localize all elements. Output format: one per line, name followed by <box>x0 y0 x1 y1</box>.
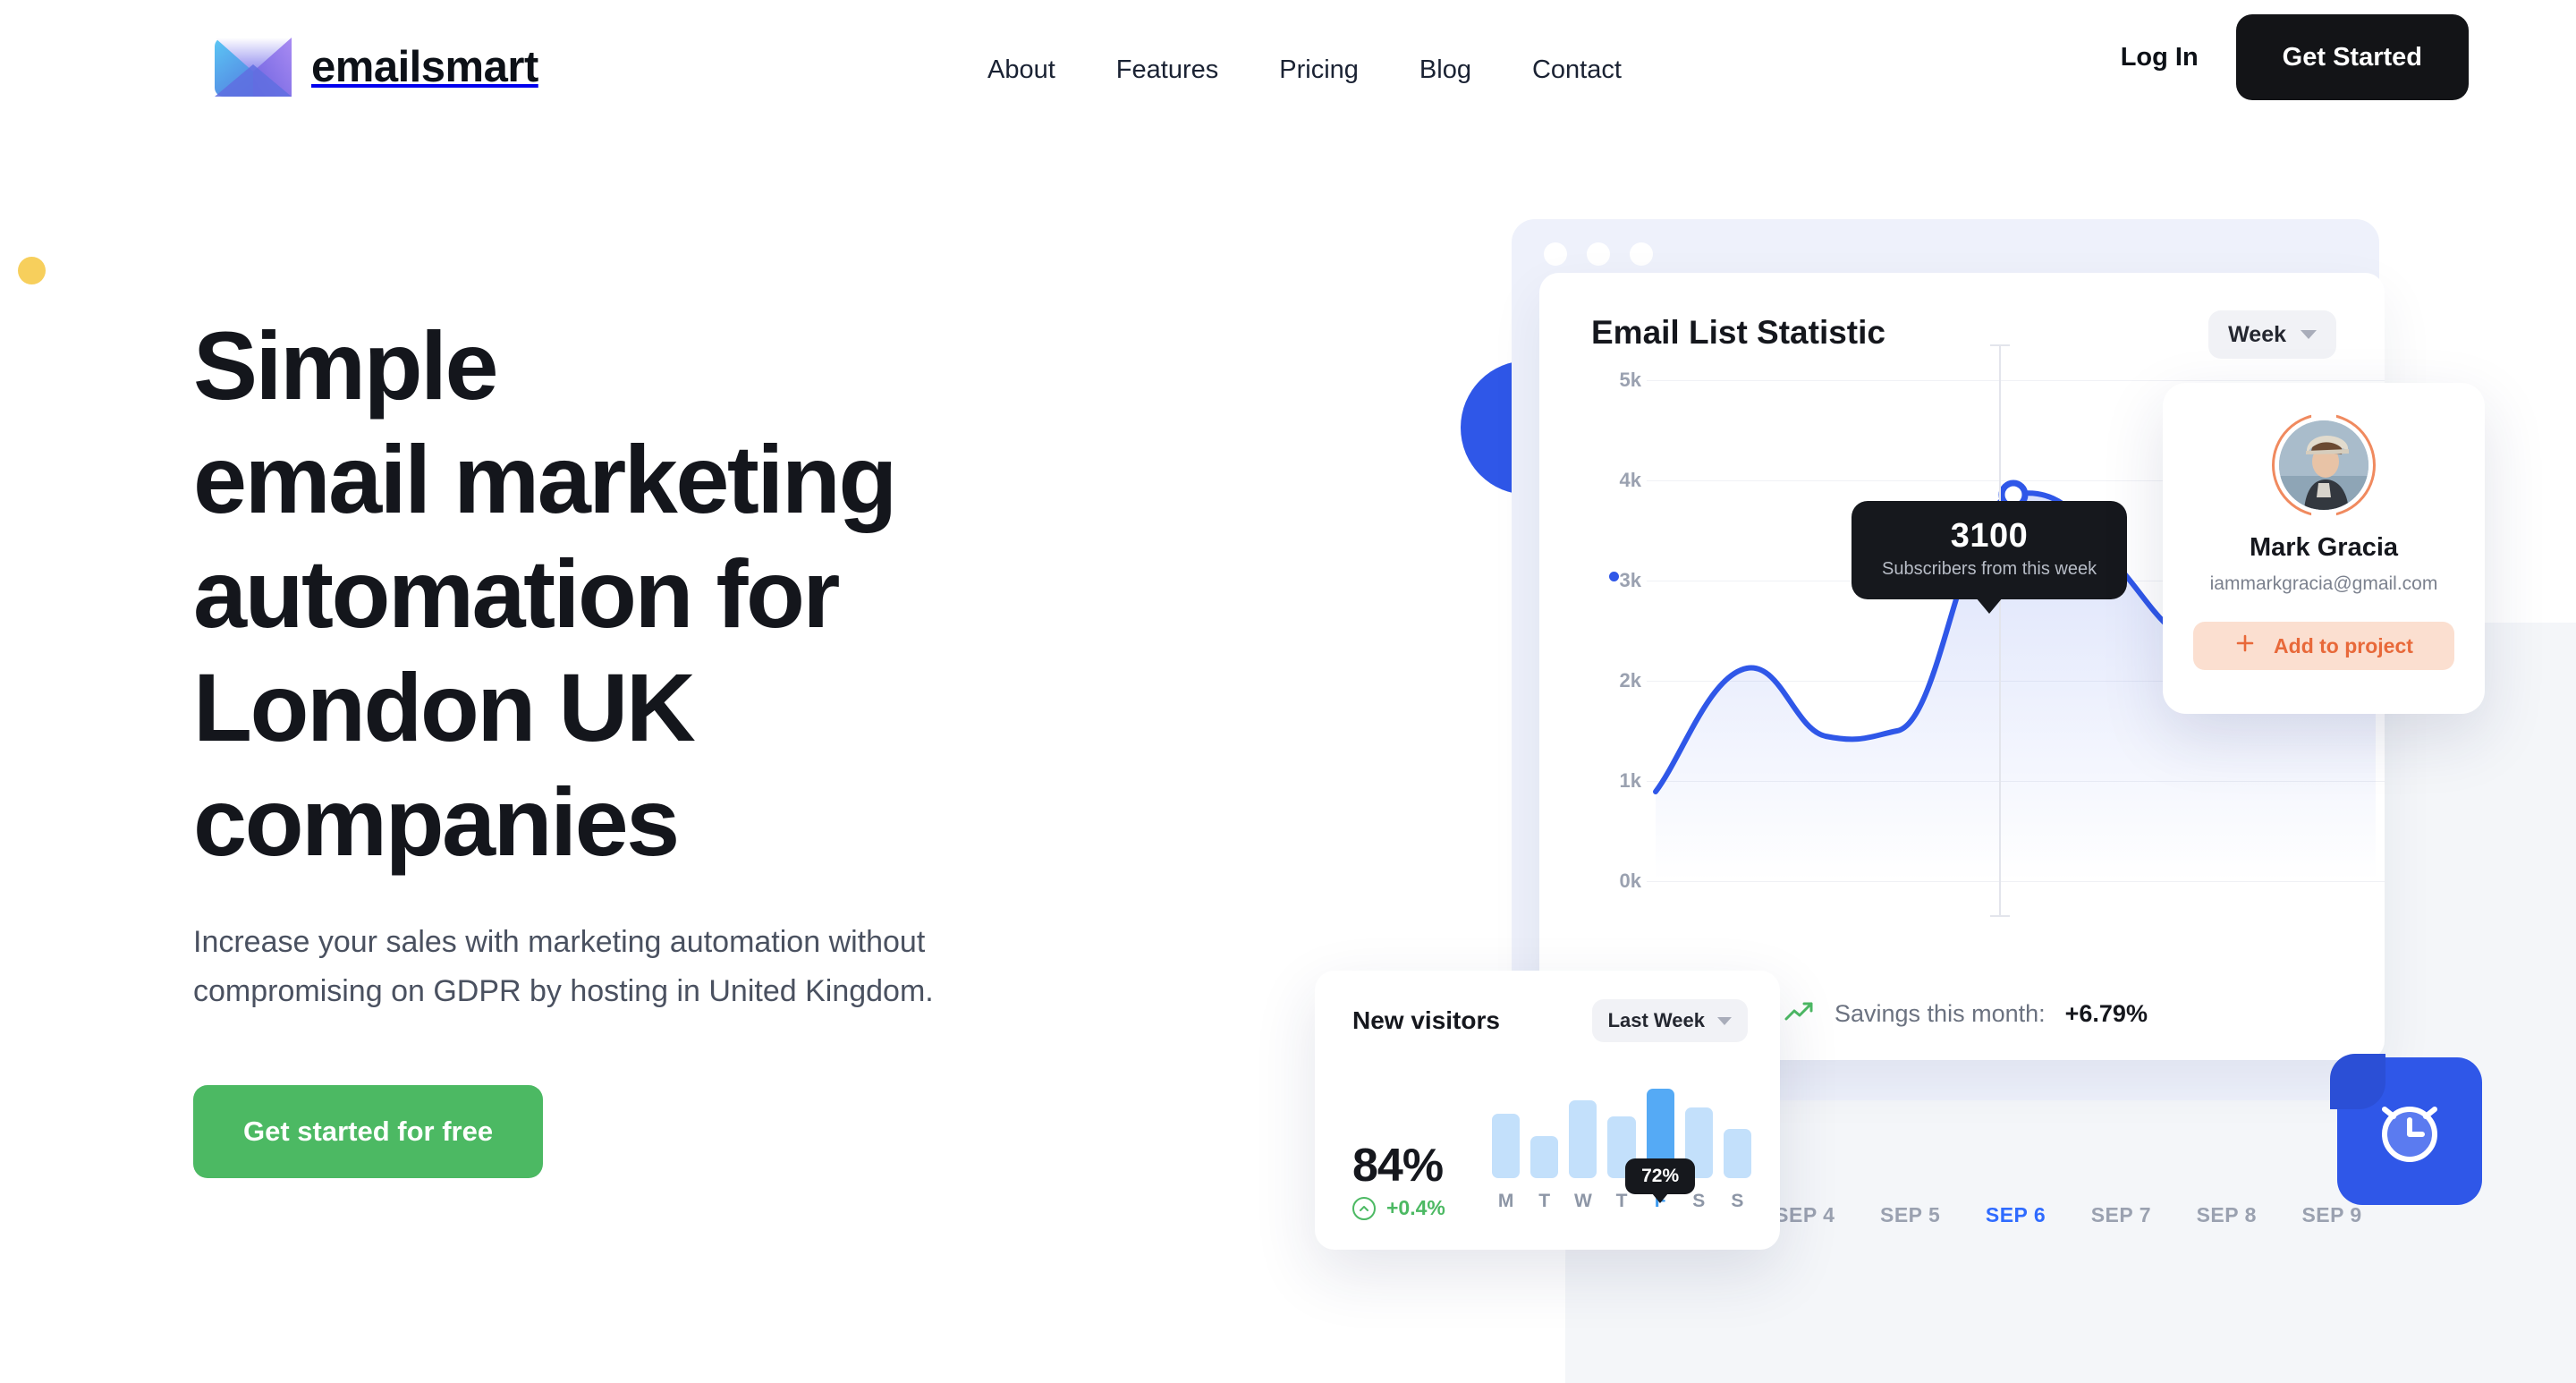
badge-corner-fold <box>2330 1054 2385 1109</box>
hero-title-line-1: Simple <box>193 311 499 420</box>
x-tick-sep-9: SEP 9 <box>2301 1203 2362 1226</box>
bar-t1 <box>1530 1136 1559 1178</box>
visitors-delta-value: +0.4% <box>1386 1196 1445 1219</box>
panel-title: Email List Statistic <box>1591 314 1885 351</box>
y-axis: 5k 4k 3k 2k 1k 0k <box>1579 369 1641 892</box>
bar-m <box>1492 1114 1521 1178</box>
nav-item-pricing[interactable]: Pricing <box>1249 47 1389 94</box>
login-link[interactable]: Log In <box>2083 43 2236 72</box>
hero-title-line-3: automation for <box>193 539 840 648</box>
y-axis-marker-dot <box>1609 572 1619 581</box>
envelope-logo-icon <box>215 38 292 97</box>
bar-label-s1: S <box>1692 1191 1706 1211</box>
bar-column-m: M <box>1492 1114 1521 1212</box>
nav-item-blog[interactable]: Blog <box>1389 47 1502 94</box>
savings-value: +6.79% <box>2064 1000 2148 1027</box>
brand-name: emailsmart <box>311 43 538 91</box>
savings-status: Savings this month: +6.79% <box>1784 1000 2148 1028</box>
y-tick-1k: 1k <box>1619 769 1641 792</box>
trend-up-icon <box>1784 1000 1815 1028</box>
window-dot-minimize <box>1587 242 1610 266</box>
avatar <box>2272 413 2376 517</box>
range-selector-label: Week <box>2228 321 2286 347</box>
x-tick-sep-7: SEP 7 <box>2090 1203 2152 1226</box>
add-to-project-label: Add to project <box>2274 633 2413 658</box>
bar-label-t1: T <box>1538 1191 1551 1211</box>
visitors-title: New visitors <box>1352 1006 1500 1034</box>
bar-label-t2: T <box>1615 1191 1628 1211</box>
hero-title-line-2: email marketing <box>193 425 897 534</box>
arrow-up-circle-icon <box>1352 1196 1376 1220</box>
bar-column-f: 72% F <box>1625 1089 1696 1212</box>
chart-tooltip-caption: Subscribers from this week <box>1882 559 2097 579</box>
y-tick-4k: 4k <box>1619 469 1641 491</box>
bar-column-s2: S <box>1723 1129 1751 1212</box>
window-dot-close <box>1544 242 1567 266</box>
alarm-clock-badge <box>2330 1054 2482 1205</box>
hero-copy: Simple email marketing automation for Lo… <box>193 309 1222 1178</box>
y-tick-0k: 0k <box>1619 870 1641 892</box>
nav-item-contact[interactable]: Contact <box>1502 47 1652 94</box>
profile-email: iammarkgracia@gmail.com <box>2209 573 2438 594</box>
alarm-clock-icon <box>2368 1088 2451 1175</box>
visitors-range-selector[interactable]: Last Week <box>1591 999 1748 1042</box>
site-header: emailsmart About Features Pricing Blog C… <box>0 0 2576 143</box>
y-tick-5k: 5k <box>1619 369 1641 391</box>
primary-nav: About Features Pricing Blog Contact <box>957 47 1652 94</box>
chart-crosshair <box>1990 344 2010 917</box>
avatar-ring-decoration <box>2272 413 2376 517</box>
visitors-percent: 84% <box>1352 1140 1444 1192</box>
bar-label-m: M <box>1497 1191 1514 1211</box>
brand-logo-link[interactable]: emailsmart <box>215 38 538 97</box>
x-tick-sep-6: SEP 6 <box>1985 1203 2046 1226</box>
bar-column-w: W <box>1569 1100 1597 1212</box>
page-title: Simple email marketing automation for Lo… <box>193 309 1222 878</box>
hero-title-line-5: companies <box>193 767 680 876</box>
bar-column-t1: T <box>1530 1136 1559 1212</box>
yellow-dot-decoration <box>18 257 46 284</box>
get-started-button[interactable]: Get Started <box>2235 14 2469 100</box>
chevron-down-icon <box>2301 330 2317 339</box>
bar-label-w: W <box>1573 1191 1592 1211</box>
x-tick-sep-8: SEP 8 <box>2196 1203 2257 1226</box>
plus-icon <box>2234 632 2256 659</box>
window-dot-maximize <box>1630 242 1653 266</box>
contact-profile-card: Mark Gracia iammarkgracia@gmail.com Add … <box>2163 383 2485 714</box>
y-tick-2k: 2k <box>1619 669 1641 692</box>
bar-label-s2: S <box>1731 1191 1744 1211</box>
savings-label: Savings this month: <box>1835 1000 2046 1027</box>
bar-s2 <box>1723 1129 1751 1178</box>
hero-title-line-4: London UK <box>193 653 696 762</box>
bar-w <box>1569 1100 1597 1178</box>
range-selector-week[interactable]: Week <box>2208 310 2336 359</box>
add-to-project-button[interactable]: Add to project <box>2193 622 2454 670</box>
nav-item-about[interactable]: About <box>957 47 1086 94</box>
visitors-bar-chart: M T W T 72% F S <box>1492 1078 1751 1212</box>
x-tick-sep-5: SEP 5 <box>1880 1203 1941 1226</box>
get-started-free-button[interactable]: Get started for free <box>193 1084 544 1178</box>
chart-tooltip-value: 3100 <box>1950 517 2029 555</box>
window-controls <box>1544 242 1653 266</box>
hero-subtitle: Increase your sales with marketing autom… <box>193 925 934 1008</box>
profile-name: Mark Gracia <box>2249 533 2399 562</box>
chevron-down-icon <box>1717 1016 1732 1025</box>
chart-tooltip: 3100 Subscribers from this week <box>1852 501 2128 599</box>
bar-tooltip: 72% <box>1625 1158 1696 1194</box>
visitors-range-label: Last Week <box>1607 1009 1705 1031</box>
y-tick-3k: 3k <box>1619 569 1641 591</box>
visitors-delta: +0.4% <box>1352 1196 1445 1220</box>
new-visitors-card: New visitors Last Week 84% +0.4% M T W T… <box>1315 971 1780 1250</box>
nav-item-features[interactable]: Features <box>1086 47 1249 94</box>
gridline-0k <box>1647 881 2385 882</box>
landing-page: emailsmart About Features Pricing Blog C… <box>0 0 2576 1383</box>
auth-actions: Log In Get Started <box>2083 14 2469 100</box>
